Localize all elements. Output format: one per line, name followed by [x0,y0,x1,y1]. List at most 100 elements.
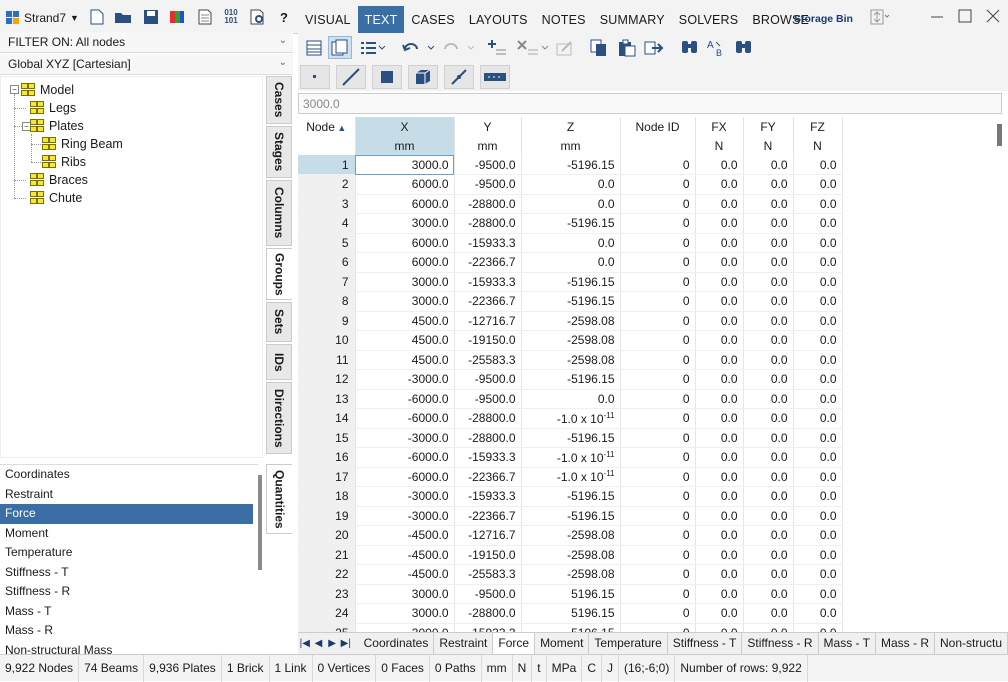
table-cell[interactable]: 0 [620,272,696,292]
table-cell[interactable]: 0.0 [695,233,744,253]
table-cell[interactable]: 0 [620,447,696,468]
table-cell[interactable]: -6000.0 [355,408,455,429]
path-entity-button[interactable] [480,65,510,89]
table-cell[interactable]: -5196.15 [521,291,621,312]
table-cell[interactable]: -15933.3 [454,272,522,292]
bottom-tab[interactable]: Mass - R [876,633,935,654]
edit-cell-icon[interactable] [556,39,574,57]
column-header[interactable]: Node ▲ [298,117,356,136]
maximize-icon[interactable] [958,9,974,25]
row-header[interactable]: 13 [298,389,356,409]
table-cell[interactable]: -22366.7 [454,506,522,526]
row-header[interactable]: 16 [298,447,356,468]
bottom-tab[interactable]: Moment [535,633,590,654]
table-cell[interactable]: 0.0 [695,213,744,234]
table-cell[interactable]: 0.0 [793,486,843,507]
table-cell[interactable]: -2598.08 [521,311,621,331]
copy-view-button[interactable] [328,36,352,59]
row-header[interactable]: 2 [298,174,356,195]
table-cell[interactable]: -15933.3 [454,447,522,468]
row-header[interactable]: 21 [298,545,356,565]
table-cell[interactable]: 4500.0 [355,330,455,351]
new-file-icon[interactable] [88,8,106,26]
quantity-item[interactable]: Force [0,504,253,524]
menu-solvers[interactable]: SOLVERS [672,6,746,34]
table-cell[interactable]: 0.0 [695,252,744,273]
row-header[interactable]: 7 [298,272,356,292]
table-cell[interactable]: -4500.0 [355,525,455,546]
color-palette-icon[interactable] [168,8,186,26]
table-cell[interactable]: -9500.0 [454,369,522,390]
app-menu-button[interactable]: Strand7 ▼ [6,8,79,28]
bottom-tab[interactable]: Stiffness - T [668,633,743,654]
tree-item-chute[interactable]: Chute [30,189,82,207]
table-cell[interactable]: 0.0 [793,155,843,175]
row-header[interactable]: 1 [298,155,356,175]
row-header[interactable]: 4 [298,213,356,234]
table-cell[interactable]: 0.0 [743,272,794,292]
table-cell[interactable]: 0.0 [743,408,794,429]
table-cell[interactable]: -2598.08 [521,330,621,351]
table-cell[interactable]: -1.0 x 10-11 [521,408,621,429]
table-cell[interactable]: -22366.7 [454,252,522,273]
table-cell[interactable]: 5196.15 [521,603,621,624]
binary-data-icon[interactable]: 010 101 [222,8,240,26]
table-cell[interactable]: 0.0 [743,194,794,214]
quantity-item[interactable]: Mass - R [0,621,253,641]
menu-summary[interactable]: SUMMARY [593,6,672,34]
table-cell[interactable]: -28800.0 [454,194,522,214]
row-header[interactable]: 17 [298,467,356,487]
table-cell[interactable]: 0.0 [743,233,794,253]
node-entity-button[interactable] [300,65,330,89]
table-cell[interactable]: 0.0 [695,389,744,409]
filter-dropdown[interactable]: FILTER ON: All nodes ⌄ [0,32,293,53]
table-cell[interactable]: 0.0 [793,447,843,468]
table-cell[interactable]: -1.0 x 10-11 [521,447,621,468]
print-preview-icon[interactable] [249,8,267,26]
table-cell[interactable]: -6000.0 [355,467,455,487]
table-cell[interactable]: 0.0 [695,525,744,546]
table-cell[interactable]: 0.0 [743,564,794,585]
table-cell[interactable]: -15933.3 [454,233,522,253]
row-header[interactable]: 15 [298,428,356,448]
table-cell[interactable]: 0.0 [743,213,794,234]
table-cell[interactable]: 0 [620,330,696,351]
table-cell[interactable]: 0 [620,389,696,409]
tree-item-plates[interactable]: Plates [30,117,84,135]
row-header[interactable]: 24 [298,603,356,624]
column-header[interactable]: Z [521,117,621,136]
tree-item-ribs[interactable]: Ribs [42,153,86,171]
table-cell[interactable]: 0.0 [743,545,794,565]
table-cell[interactable]: 0.0 [695,584,744,604]
prev-tab-icon[interactable]: ◀ [312,638,326,649]
table-cell[interactable]: -15933.3 [454,486,522,507]
table-cell[interactable]: 5196.15 [521,584,621,604]
column-header[interactable]: Node ID [620,117,696,136]
row-header[interactable]: 23 [298,584,356,604]
table-cell[interactable]: 3000.0 [355,584,455,604]
table-cell[interactable]: 0.0 [793,603,843,624]
table-cell[interactable]: -5196.15 [521,428,621,448]
table-cell[interactable]: 0.0 [743,330,794,351]
table-cell[interactable]: 0.0 [695,369,744,390]
table-cell[interactable]: 3000.0 [355,603,455,624]
table-cell[interactable]: 0 [620,428,696,448]
table-cell[interactable]: -19150.0 [454,330,522,351]
table-cell[interactable]: -2598.08 [521,350,621,370]
table-cell[interactable]: 3000.0 [355,291,455,312]
table-cell[interactable]: 0.0 [743,447,794,468]
tab-cases[interactable]: Cases [266,76,292,124]
table-cell[interactable]: 0 [620,564,696,585]
tab-quantities[interactable]: Quantities [266,464,292,534]
open-folder-icon[interactable] [114,8,132,26]
list-options-icon[interactable] [360,40,386,56]
table-cell[interactable]: -3000.0 [355,486,455,507]
menu-cases[interactable]: CASES [404,6,461,34]
table-cell[interactable]: -9500.0 [454,155,522,175]
table-cell[interactable]: 0.0 [793,545,843,565]
table-cell[interactable]: 0.0 [793,194,843,214]
table-cell[interactable]: 0.0 [793,389,843,409]
table-cell[interactable]: -5196.15 [521,369,621,390]
table-cell[interactable]: 0.0 [695,330,744,351]
table-cell[interactable]: 0 [620,467,696,487]
